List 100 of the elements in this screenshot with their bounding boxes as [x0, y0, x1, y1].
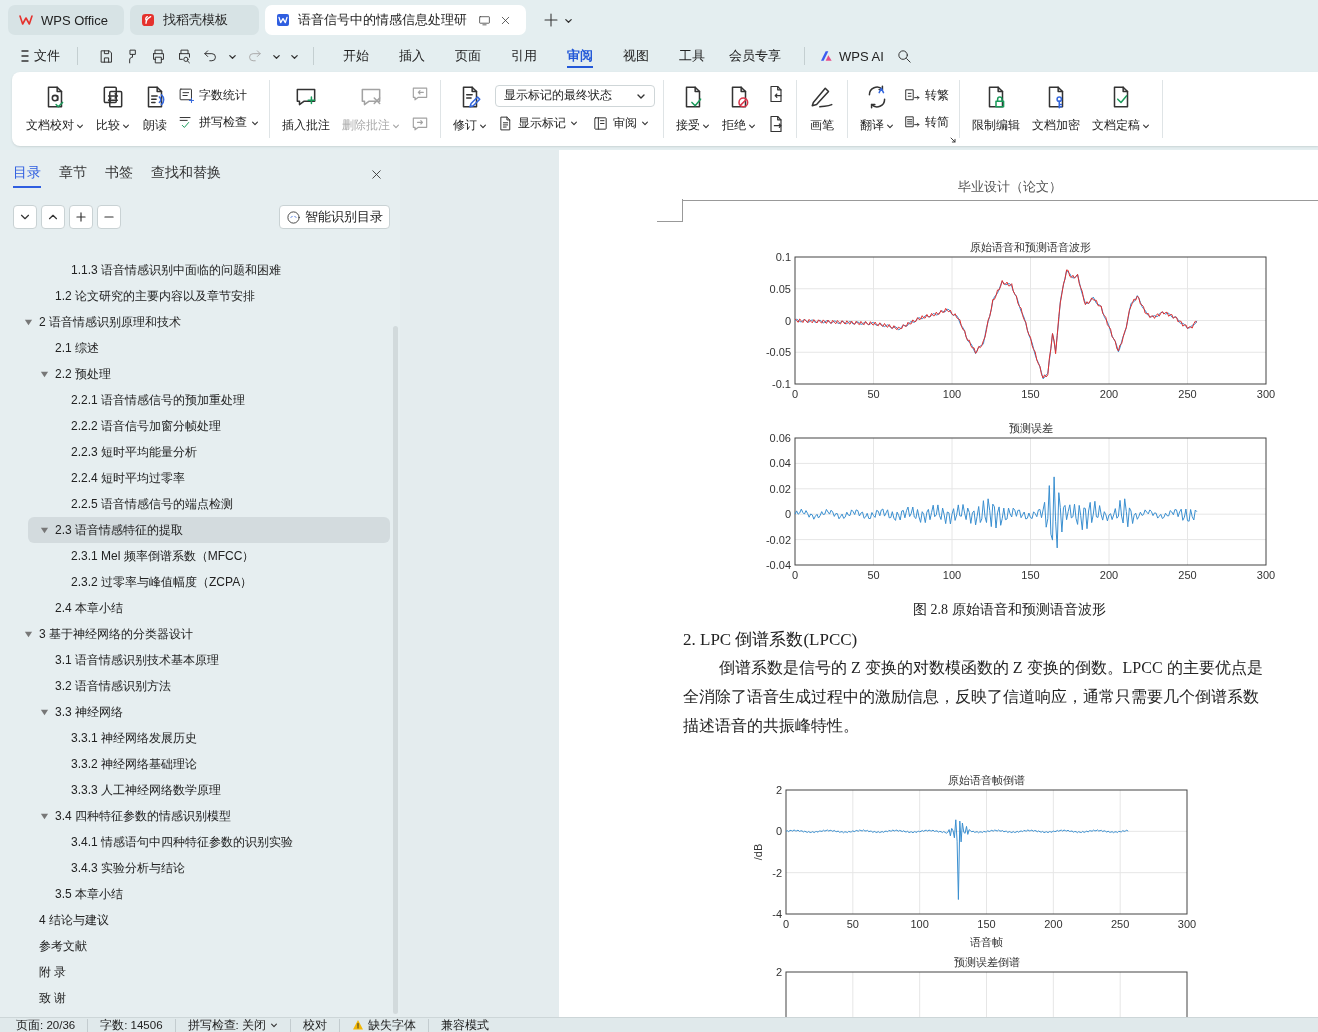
pane-tab[interactable]: 目录 — [13, 160, 41, 188]
outline-item[interactable]: 3.3.3 人工神经网络数学原理 — [0, 777, 390, 803]
axis-tick-label: 300 — [1256, 569, 1276, 581]
outline-item[interactable]: 2.3 语音情感特征的提取 — [28, 517, 390, 543]
outline-item[interactable]: 2.1 综述 — [0, 335, 390, 361]
leaf-logo-icon — [140, 12, 156, 28]
chevron-up-button[interactable] — [41, 205, 65, 229]
outline-item[interactable]: 3 基于神经网络的分类器设计 — [0, 621, 390, 647]
status-item[interactable]: 校对 — [290, 1018, 340, 1032]
outline-item[interactable]: 2.4 本章小结 — [0, 595, 390, 621]
toolbar-button[interactable]: 文档定稿 — [1088, 80, 1154, 138]
outline-item[interactable]: 2.2 预处理 — [0, 361, 390, 387]
browser-tab[interactable]: 语音信号中的情感信息处理研 — [265, 5, 526, 35]
ribbon-tab[interactable]: 开始 — [328, 41, 384, 71]
outline-item[interactable]: 3.3.1 神经网络发展历史 — [0, 725, 390, 751]
ribbon-tab[interactable]: 页面 — [440, 41, 496, 71]
toolbar-button[interactable]: 画笔 — [805, 80, 839, 138]
ai-button[interactable]: WPS AI — [819, 48, 884, 64]
status-item[interactable]: 拼写检查: 关闭 — [175, 1018, 291, 1032]
paragraph-line: 倒谱系数是信号的 Z 变换的对数模函数的 Z 变换的倒数。LPCC 的主要优点是 — [718, 658, 1264, 678]
toolbar-button[interactable]: 限制编辑 — [968, 80, 1024, 138]
outline-item[interactable]: 1.2 论文研究的主要内容以及章节安排 — [0, 283, 390, 309]
toolbar-button[interactable]: 接受 — [672, 80, 714, 138]
collapse-triangle-icon[interactable] — [24, 629, 33, 639]
dialog-launcher-icon[interactable] — [949, 136, 957, 144]
browser-tab[interactable]: 找稻壳模板 — [130, 5, 259, 35]
minus-button[interactable] — [97, 205, 121, 229]
smart-toc-button[interactable]: 智能识别目录 — [279, 205, 390, 229]
toolbar-button[interactable]: 拒绝 — [718, 80, 760, 138]
pane-tab[interactable]: 书签 — [105, 160, 133, 188]
outline-item[interactable]: 参考文献 — [0, 933, 390, 959]
file-menu[interactable]: 文件 — [18, 45, 63, 67]
search-icon[interactable] — [895, 47, 913, 65]
toolbar-button[interactable]: 文档加密 — [1028, 80, 1084, 138]
toolbar-button[interactable]: 转简 — [902, 112, 951, 133]
toolbar-button[interactable]: 转繁 — [902, 85, 951, 106]
outline-item[interactable]: 3.4.3 实验分析与结论 — [0, 855, 390, 881]
outline-item[interactable]: 2 语音情感识别原理和技术 — [0, 309, 390, 335]
axis-tick-label: 2 — [775, 784, 782, 796]
outline-item[interactable]: 3.3.2 神经网络基础理论 — [0, 751, 390, 777]
outline-item[interactable]: 2.3.2 过零率与峰值幅度（ZCPA） — [0, 569, 390, 595]
outline-item[interactable]: 附 录 — [0, 959, 390, 985]
pane-tab[interactable]: 查找和替换 — [151, 160, 221, 188]
crop-mark — [657, 199, 683, 222]
save-icon[interactable] — [98, 47, 115, 65]
ribbon-tab[interactable]: 审阅 — [552, 41, 608, 71]
outline-item[interactable]: 2.2.1 语音情感信号的预加重处理 — [0, 387, 390, 413]
pane-tab[interactable]: 章节 — [59, 160, 87, 188]
ribbon-tab[interactable]: 插入 — [384, 41, 440, 71]
section-heading: 2. LPC 倒谱系数(LPCC) — [683, 629, 859, 651]
collapse-triangle-icon[interactable] — [40, 525, 49, 535]
warning-icon — [351, 1019, 364, 1031]
plus-icon[interactable] — [542, 11, 560, 29]
outline-item[interactable]: 3.5 本章小结 — [0, 881, 390, 907]
collapse-triangle-icon[interactable] — [40, 369, 49, 379]
outline-item[interactable]: 2.2.3 短时平均能量分析 — [0, 439, 390, 465]
paragraph-line: 描述语音的共振峰特性。 — [683, 716, 860, 736]
toolbar-button[interactable]: 翻译 — [856, 80, 898, 138]
toolbar-button[interactable]: 字数统计 — [176, 85, 249, 106]
outline-item[interactable]: 3.3 神经网络 — [0, 699, 390, 725]
dropdown-field[interactable]: 显示标记的最终状态 — [495, 84, 655, 107]
toolbar-button[interactable]: 比较 — [92, 80, 134, 138]
outline-item[interactable]: 致 谢 — [0, 985, 390, 1011]
toolbar-button[interactable]: 审阅 — [590, 112, 651, 134]
collapse-triangle-icon[interactable] — [40, 811, 49, 821]
outline-item[interactable]: 2.2.2 语音信号加窗分帧处理 — [0, 413, 390, 439]
outline-item[interactable]: 1.1.3 语音情感识别中面临的问题和困难 — [0, 257, 390, 283]
toolbar-button[interactable]: 插入批注 — [278, 80, 334, 138]
plus-button[interactable] — [69, 205, 93, 229]
outline-item[interactable]: 2.2.5 语音情感信号的端点检测 — [0, 491, 390, 517]
axis-tick-label: -4 — [772, 908, 782, 920]
collapse-triangle-icon[interactable] — [40, 707, 49, 717]
outline-item[interactable]: 2.3.1 Mel 频率倒谱系数（MFCC） — [0, 543, 390, 569]
ribbon-tab[interactable]: 视图 — [608, 41, 664, 71]
status-item[interactable]: 页面: 20/36 — [4, 1018, 89, 1032]
browser-tab[interactable]: WPS Office — [8, 5, 124, 35]
review-pane-icon — [592, 114, 609, 132]
chevron-down-button[interactable] — [13, 205, 37, 229]
print-preview-icon[interactable] — [176, 47, 193, 65]
outline-item[interactable]: 3.2 语音情感识别方法 — [0, 673, 390, 699]
axis-tick-label: 50 — [846, 918, 859, 930]
collapse-triangle-icon[interactable] — [24, 317, 33, 327]
status-item[interactable]: 兼容模式 — [428, 1018, 501, 1032]
ribbon-tab[interactable]: 会员专享 — [720, 41, 790, 71]
outline-item[interactable]: 3.1 语音情感识别技术基本原理 — [0, 647, 390, 673]
toolbar-button[interactable]: 显示标记 — [495, 112, 580, 134]
outline-item[interactable]: 4 结论与建议 — [0, 907, 390, 933]
missing-font-status[interactable]: 缺失字体 — [339, 1018, 429, 1032]
ribbon-tab[interactable]: 引用 — [496, 41, 552, 71]
outline-item[interactable]: 2.2.4 短时平均过零率 — [0, 465, 390, 491]
toolbar-button[interactable]: 朗读 — [138, 80, 172, 138]
axis-tick-label: 200 — [1099, 388, 1119, 400]
toolbar-button[interactable]: 修订 — [449, 80, 491, 138]
outline-item[interactable]: 3.4.1 情感语句中四种特征参数的识别实验 — [0, 829, 390, 855]
ribbon-tab[interactable]: 工具 — [664, 41, 720, 71]
print-icon[interactable] — [150, 47, 167, 65]
toolbar-button[interactable]: 文档校对 — [22, 80, 88, 138]
toolbar-button[interactable]: 拼写检查 — [176, 112, 261, 133]
status-item[interactable]: 字数: 14506 — [88, 1018, 176, 1032]
outline-item[interactable]: 3.4 四种特征参数的情感识别模型 — [0, 803, 390, 829]
